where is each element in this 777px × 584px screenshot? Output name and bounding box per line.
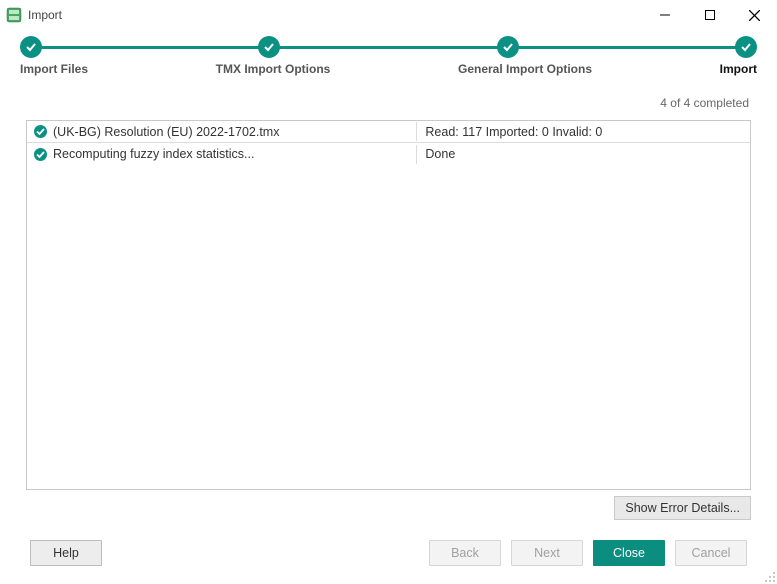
step-node-tmx-options	[258, 36, 280, 58]
titlebar: Import	[0, 0, 777, 30]
stepper-label: TMX Import Options	[216, 62, 331, 76]
window-controls	[642, 0, 777, 30]
success-check-icon	[33, 147, 48, 162]
step-node-import	[735, 36, 757, 58]
success-check-icon	[33, 124, 48, 139]
progress-summary: 4 of 4 completed	[26, 86, 751, 120]
stepper-label: Import Files	[20, 62, 88, 76]
stepper-label: General Import Options	[458, 62, 592, 76]
stepper-label: Import	[720, 62, 757, 76]
window-title: Import	[28, 8, 642, 22]
maximize-button[interactable]	[687, 0, 732, 30]
resize-grip-icon[interactable]	[762, 569, 776, 583]
task-status: Read: 117 Imported: 0 Invalid: 0	[417, 123, 750, 141]
close-button[interactable]: Close	[593, 540, 665, 566]
cancel-button: Cancel	[675, 540, 747, 566]
wizard-footer: Help Back Next Close Cancel	[0, 520, 777, 584]
close-window-button[interactable]	[732, 0, 777, 30]
app-icon	[6, 7, 22, 23]
step-node-general-options	[497, 36, 519, 58]
task-name: Recomputing fuzzy index statistics...	[53, 147, 254, 161]
table-row: (UK-BG) Resolution (EU) 2022-1702.tmx Re…	[27, 121, 750, 143]
task-status: Done	[417, 145, 750, 163]
minimize-button[interactable]	[642, 0, 687, 30]
wizard-stepper: Import Files TMX Import Options General …	[0, 30, 777, 76]
step-node-import-files	[20, 36, 42, 58]
table-row: Recomputing fuzzy index statistics... Do…	[27, 143, 750, 165]
help-button[interactable]: Help	[30, 540, 102, 566]
back-button: Back	[429, 540, 501, 566]
next-button: Next	[511, 540, 583, 566]
import-results-table: (UK-BG) Resolution (EU) 2022-1702.tmx Re…	[26, 120, 751, 490]
show-error-details-button[interactable]: Show Error Details...	[614, 496, 751, 520]
task-name: (UK-BG) Resolution (EU) 2022-1702.tmx	[53, 125, 279, 139]
